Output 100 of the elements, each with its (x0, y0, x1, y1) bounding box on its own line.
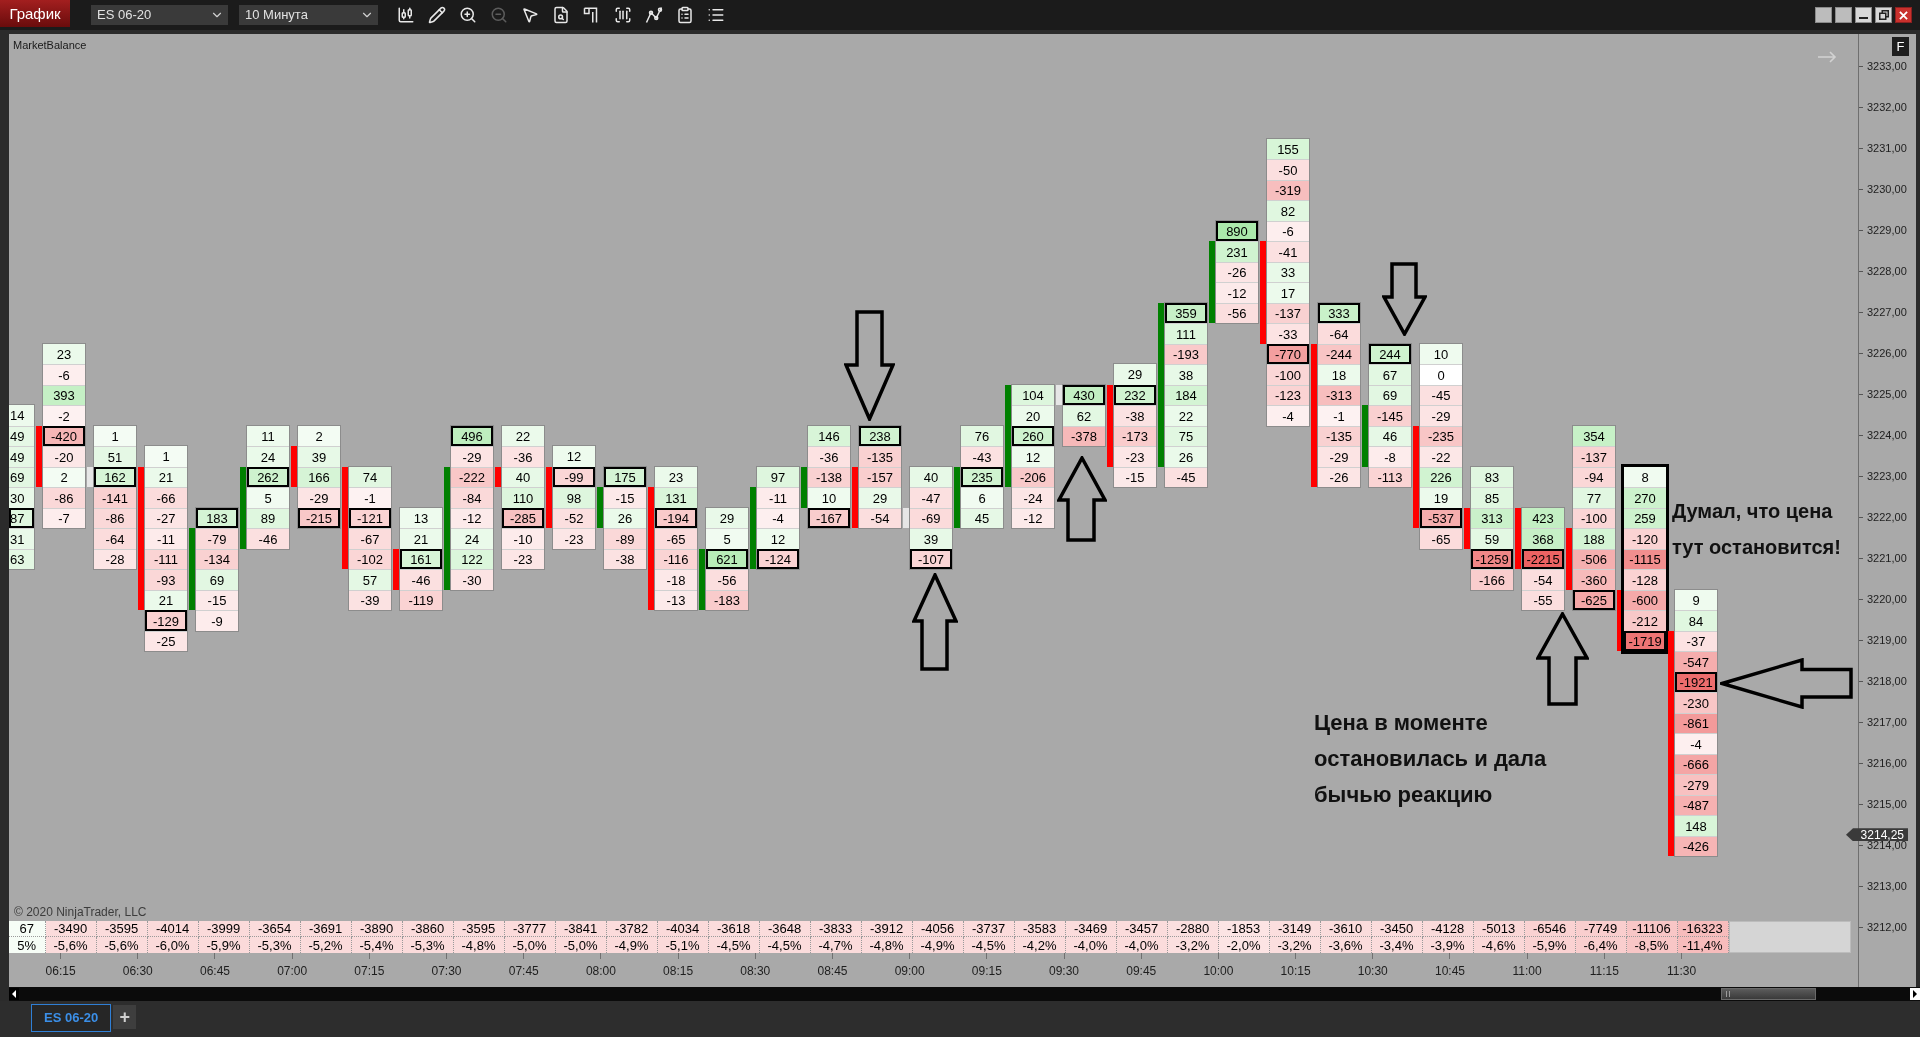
percent-cell: 5% (9, 937, 46, 953)
footprint-cell: -23 (553, 528, 595, 549)
footprint-cell: 423 (1522, 507, 1564, 529)
instrument-dropdown[interactable]: ES 06-20 (91, 5, 228, 25)
footprint-cell: 23 (43, 343, 85, 365)
footprint-cell: 67 (1369, 364, 1411, 385)
percent-cell: -5,0% (555, 937, 607, 953)
footprint-cell: -102 (349, 548, 391, 570)
percent-cell: -6,4% (1575, 937, 1627, 953)
footprint-cell: -37 (1675, 630, 1717, 652)
zoom-in-icon[interactable] (458, 6, 477, 24)
footprint-cell: -66 (145, 487, 187, 508)
footprint-cell: -285 (502, 507, 544, 529)
footprint-cell: -124 (757, 548, 799, 570)
footprint-cell: -26 (1216, 261, 1258, 283)
minimize-button[interactable] (1855, 7, 1872, 23)
footprint-cell: -29 (298, 487, 340, 508)
percent-cell: -4,5% (708, 937, 760, 953)
footprint-cell: -100 (1267, 364, 1309, 385)
footprint-cell: 33 (1267, 261, 1309, 283)
left-arrow-icon[interactable] (9, 988, 19, 1000)
footprint-cell: -1115 (1624, 548, 1666, 570)
footprint-cell: -113 (1369, 466, 1411, 488)
right-arrow-icon[interactable] (1910, 988, 1920, 1000)
footprint-cell: 354 (1573, 425, 1615, 447)
delta-cell: -3595 (96, 921, 148, 937)
delta-cell: -3469 (1065, 921, 1117, 937)
footprint-cell: -9 (196, 610, 238, 631)
percent-cell: -5,2% (300, 937, 352, 953)
scan-bars-icon[interactable] (613, 6, 632, 24)
delta-cell: -3654 (249, 921, 301, 937)
line-nodes-icon[interactable] (644, 6, 663, 24)
footprint-cell: -279 (1675, 774, 1717, 795)
footprint-cell: -56 (706, 569, 748, 590)
interval-dropdown[interactable]: 10 Минута (239, 5, 378, 25)
footprint-cell: 122 (451, 548, 493, 570)
file-search-icon[interactable] (551, 6, 570, 24)
price-label: 3218,00 (1867, 675, 1907, 687)
footprint-cell: 359 (1165, 302, 1207, 324)
footprint-cell: 29 (1114, 364, 1156, 385)
delta-cell: -3490 (45, 921, 97, 937)
footprint-cell: -36 (502, 446, 544, 467)
f-button[interactable]: F (1892, 37, 1909, 56)
delta-cell: -2880 (1167, 921, 1219, 937)
list-icon[interactable] (706, 6, 725, 24)
scrollbar-thumb[interactable] (1721, 988, 1816, 1000)
footprint-cell: -128 (1624, 569, 1666, 590)
footprint-cell: -4 (1675, 733, 1717, 754)
footprint-cell: 24 (247, 446, 289, 467)
footprint-cell: -313 (1318, 384, 1360, 406)
delta-cell: -3648 (759, 921, 811, 937)
footprint-cell: 9 (1675, 589, 1717, 611)
pencil-icon[interactable] (427, 6, 446, 24)
footprint-cell: 175 (604, 466, 646, 488)
footprint-cell: -39 (349, 589, 391, 611)
footprint-cell: 259 (1624, 507, 1666, 529)
add-tab-button[interactable]: + (113, 1005, 137, 1029)
footprint-cell: 1 (145, 446, 187, 467)
footprint-cell: 146 (808, 425, 850, 447)
time-label: 07:15 (354, 965, 385, 977)
footprint-cell: 5 (247, 487, 289, 508)
footprint-cell: -64 (1318, 323, 1360, 344)
footprint-cell: 46 (1369, 425, 1411, 447)
percent-cell: -4,8% (453, 937, 505, 953)
footprint-cell: -1719 (1624, 630, 1666, 652)
time-label: 09:15 (971, 965, 1002, 977)
footprint-cell: -129 (145, 610, 187, 631)
pointer-icon[interactable] (520, 6, 539, 24)
footprint-cell: 57 (349, 569, 391, 590)
time-label: 10:00 (1203, 965, 1234, 977)
footprint-cell: 235 (961, 466, 1003, 488)
footprint-cell: 111 (1165, 323, 1207, 344)
delta-cell: -6546 (1524, 921, 1576, 937)
footprint-cell: 1 (94, 425, 136, 447)
footprint-cell: 231 (1216, 241, 1258, 262)
footprint-cell: -244 (1318, 343, 1360, 365)
footprint-cell: 10 (1420, 343, 1462, 365)
candlestick-chart-icon[interactable] (396, 6, 415, 24)
copyright-text: © 2020 NinjaTrader, LLC (14, 906, 147, 918)
footprint-cell: 6 (961, 487, 1003, 508)
chart-menu-button[interactable]: График (0, 0, 70, 27)
close-button[interactable] (1895, 7, 1912, 23)
footprint-cell: -36 (808, 446, 850, 467)
time-label: 06:15 (45, 965, 76, 977)
footprint-cell: -29 (1420, 405, 1462, 426)
footprint-cell: -67 (349, 528, 391, 549)
footprint-cell: -506 (1573, 548, 1615, 570)
footprint-cell: -167 (808, 507, 850, 529)
percent-cell: -3,4% (1371, 937, 1423, 953)
footprint-cell: -4 (1267, 405, 1309, 426)
clipboard-list-icon[interactable] (675, 6, 694, 24)
chart-tab[interactable]: ES 06-20 (31, 1004, 112, 1032)
footprint-cell: 29 (706, 507, 748, 529)
footprint-cell: 2 (43, 466, 85, 488)
delta-cell: -3860 (402, 921, 454, 937)
delta-cell: 67 (9, 921, 46, 937)
footprint-cell: 85 (1471, 487, 1513, 508)
footprint-cell: -86 (43, 487, 85, 508)
footprint-cell: 270 (1624, 487, 1666, 508)
restore-button[interactable] (1875, 7, 1892, 23)
